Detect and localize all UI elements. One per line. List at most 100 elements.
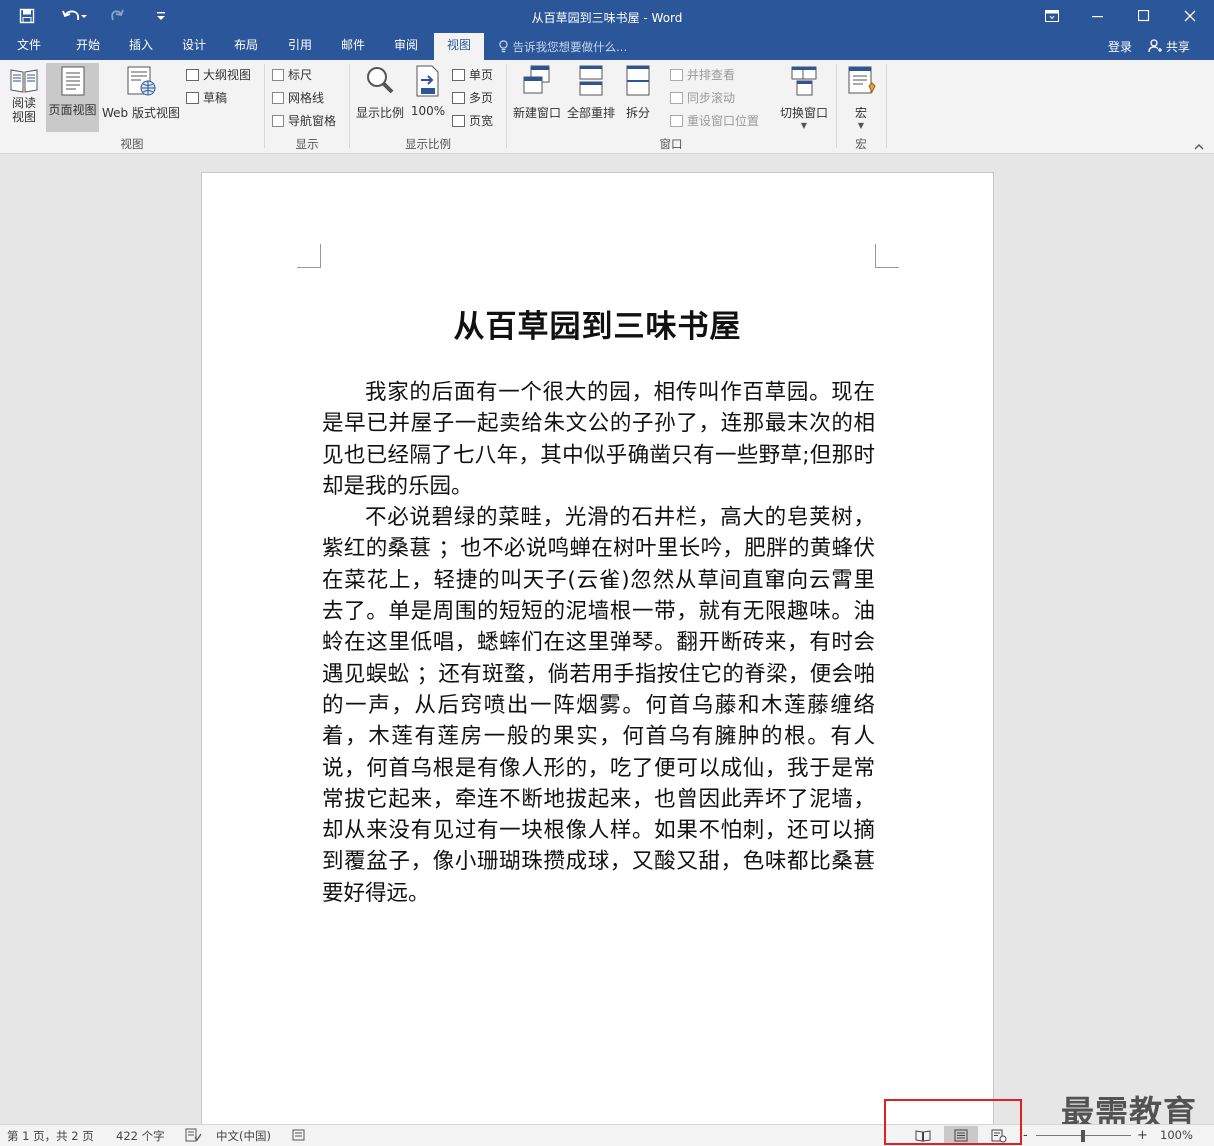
lightbulb-icon [498, 40, 509, 56]
tell-me-placeholder: 告诉我您想要做什么... [512, 40, 628, 54]
new-window-icon [510, 64, 564, 102]
gridlines-check-icon [272, 91, 284, 104]
document-body[interactable]: 我家的后面有一个很大的园，相传叫作百草园。现在是早已并屋子一起卖给朱文公的子孙了… [322, 377, 875, 909]
group-label-views: 视图 [120, 137, 144, 151]
nav-pane-check-icon [272, 114, 284, 127]
arrange-all-button[interactable]: 全部重排 [565, 64, 617, 121]
tab-design[interactable]: 设计 [170, 33, 218, 60]
paragraph[interactable]: 我家的后面有一个很大的园，相传叫作百草园。现在是早已并屋子一起卖给朱文公的子孙了… [322, 377, 875, 502]
document-page[interactable]: 从百草园到三味书屋 我家的后面有一个很大的园，相传叫作百草园。现在是早已并屋子一… [201, 172, 994, 1124]
sync-scroll-icon [670, 91, 683, 104]
page-width-button[interactable]: 页宽 [452, 112, 493, 129]
book-icon [4, 64, 44, 96]
group-label-window: 窗口 [659, 137, 683, 151]
macros-label: 宏 [854, 106, 867, 120]
collapse-ribbon-icon[interactable] [1194, 140, 1204, 154]
close-icon[interactable] [1170, 4, 1210, 28]
reset-position-button[interactable]: 重设窗口位置 [670, 112, 759, 129]
zoom-100-button[interactable]: 100% [409, 64, 447, 118]
sync-scroll-button[interactable]: 同步滚动 [670, 89, 735, 106]
magnifier-icon [353, 64, 407, 102]
group-label-zoom: 显示比例 [405, 137, 451, 151]
document-area[interactable]: 从百草园到三味书屋 我家的后面有一个很大的园，相传叫作百草园。现在是早已并屋子一… [0, 155, 1214, 1124]
reset-position-label: 重设窗口位置 [687, 114, 760, 128]
sync-scroll-label: 同步滚动 [687, 91, 736, 105]
page-width-icon [452, 114, 465, 127]
chevron-down-icon: ▼ [857, 121, 865, 130]
paragraph[interactable]: 不必说碧绿的菜畦，光滑的石井栏，高大的皂荚树，紫红的桑葚 ；也不必说鸣蝉在树叶里… [322, 502, 875, 909]
group-label-show: 显示 [295, 137, 319, 151]
zoom-button[interactable]: 显示比例 [353, 64, 407, 121]
tab-review[interactable]: 审阅 [382, 33, 430, 60]
document-title[interactable]: 从百草园到三味书屋 [202, 301, 993, 346]
side-by-side-button[interactable]: 并排查看 [670, 66, 735, 83]
maximize-icon[interactable] [1124, 4, 1164, 28]
zoom-out-button[interactable]: - [1023, 1128, 1028, 1143]
new-window-label: 新建窗口 [512, 106, 561, 120]
reset-position-icon [670, 114, 683, 127]
page-count[interactable]: 第 1 页，共 2 页 [7, 1128, 94, 1144]
ruler-check-icon [272, 68, 284, 81]
arrange-all-label: 全部重排 [566, 106, 615, 120]
ribbon-display-icon[interactable] [1032, 4, 1072, 28]
word-count[interactable]: 422 个字 [116, 1128, 165, 1144]
tab-view[interactable]: 视图 [434, 33, 484, 60]
zoom-label: 显示比例 [355, 106, 404, 120]
zoom-100-icon [409, 64, 447, 102]
globe-page-icon [100, 64, 182, 102]
side-by-side-icon [670, 68, 683, 81]
zoom-in-button[interactable]: + [1137, 1128, 1148, 1143]
nav-pane-checkbox[interactable]: 导航窗格 [272, 112, 336, 129]
web-layout-label: Web 版式视图 [102, 106, 180, 120]
margin-corner-marker [297, 244, 321, 268]
multi-page-button[interactable]: 多页 [452, 89, 493, 106]
chevron-down-icon: ▼ [800, 121, 808, 130]
ruler-label: 标尺 [288, 68, 313, 82]
macros-button[interactable]: 宏 ▼ [840, 64, 882, 130]
switch-windows-button[interactable]: 切换窗口 ▼ [776, 64, 832, 130]
print-layout-button[interactable]: 页面视图 [46, 63, 99, 132]
ruler-checkbox[interactable]: 标尺 [272, 66, 312, 83]
zoom-slider-thumb[interactable] [1081, 1130, 1085, 1142]
share-label: 共享 [1165, 40, 1190, 54]
group-divider [886, 64, 887, 148]
web-layout-button[interactable]: Web 版式视图 [100, 64, 182, 121]
language-indicator[interactable]: 中文(中国) [216, 1128, 271, 1144]
switch-windows-icon [776, 64, 832, 102]
sign-in-link[interactable]: 登录 [1108, 38, 1132, 55]
minimize-icon[interactable] [1078, 4, 1118, 28]
tab-insert[interactable]: 插入 [116, 33, 166, 60]
group-label-macros: 宏 [855, 137, 867, 151]
zoom-level[interactable]: 100% [1160, 1128, 1193, 1142]
gridlines-checkbox[interactable]: 网格线 [272, 89, 324, 106]
nav-pane-label: 导航窗格 [288, 114, 337, 128]
zoom-100-label: 100% [410, 104, 446, 118]
print-layout-label: 页面视图 [48, 103, 97, 117]
tab-file[interactable]: 文件 [6, 33, 52, 60]
draft-label: 草稿 [203, 91, 228, 105]
split-icon [618, 64, 658, 102]
proofing-icon[interactable] [185, 1128, 202, 1145]
draft-icon [186, 91, 199, 104]
side-by-side-label: 并排查看 [687, 68, 736, 82]
tab-home[interactable]: 开始 [62, 33, 114, 60]
page-icon [46, 63, 99, 97]
tab-layout[interactable]: 布局 [222, 33, 270, 60]
split-label: 拆分 [625, 106, 650, 120]
read-mode-button[interactable]: 阅读 视图 [4, 64, 44, 124]
tell-me-box[interactable]: 告诉我您想要做什么... [498, 39, 627, 56]
split-button[interactable]: 拆分 [618, 64, 658, 121]
tab-references[interactable]: 引用 [276, 33, 324, 60]
tab-mailings[interactable]: 邮件 [329, 33, 377, 60]
new-window-button[interactable]: 新建窗口 [510, 64, 564, 121]
share-button[interactable]: 共享 [1148, 38, 1190, 56]
arrange-all-icon [565, 64, 617, 102]
one-page-button[interactable]: 单页 [452, 66, 493, 83]
draft-button[interactable]: 草稿 [186, 89, 227, 106]
macro-record-icon[interactable] [292, 1128, 306, 1145]
title-bar: 从百草园到三味书屋 - Word [0, 0, 1214, 33]
macro-icon [840, 64, 882, 102]
one-page-icon [452, 68, 465, 81]
outline-button[interactable]: 大纲视图 [186, 66, 251, 83]
ribbon: 阅读 视图 页面视图 Web 版式视图 大纲视图 草稿 视图 标尺 网格线 导航… [0, 60, 1214, 154]
